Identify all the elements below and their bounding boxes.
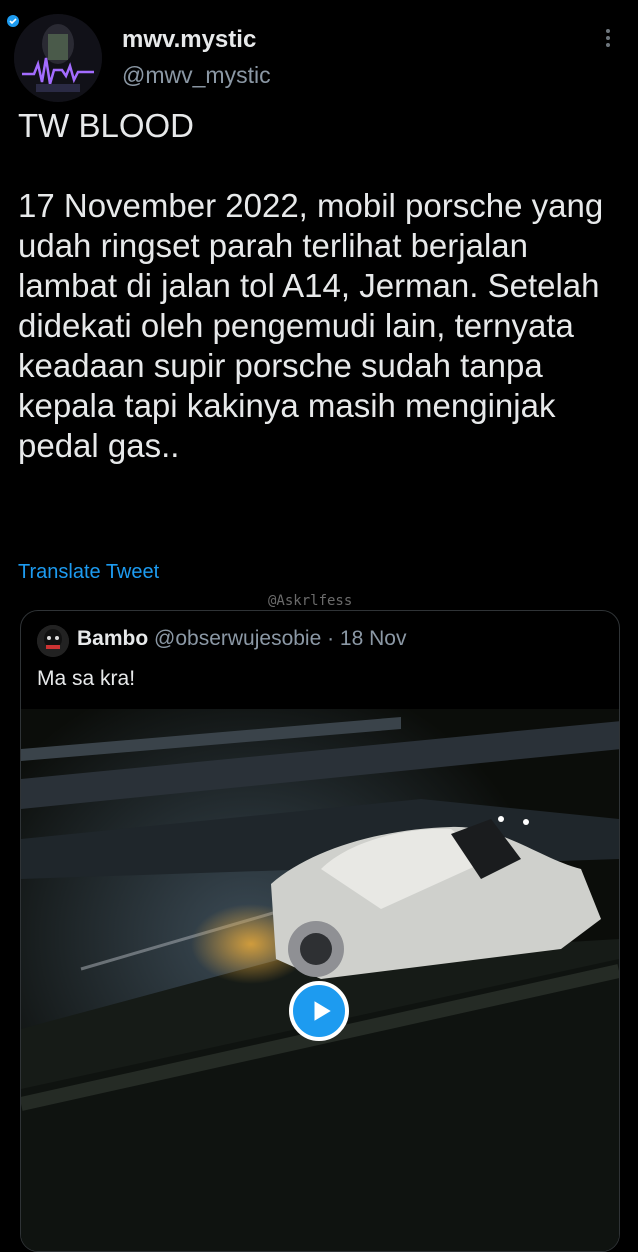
- video-scene: [21, 709, 619, 1251]
- author-display-name[interactable]: mwv.mystic: [122, 26, 256, 54]
- quoted-meta: @obserwujesobie · 18 Nov: [154, 627, 407, 650]
- quoted-header: Bambo @obserwujesobie · 18 Nov: [77, 627, 406, 651]
- watermark-text: @Askrlfess: [268, 593, 353, 609]
- tweet-text: TW BLOOD 17 November 2022, mobil porsche…: [18, 107, 604, 464]
- play-button[interactable]: [289, 981, 349, 1041]
- blue-badge-icon: [7, 15, 19, 27]
- play-icon: [314, 1001, 331, 1021]
- author-avatar[interactable]: [14, 14, 102, 102]
- quoted-tweet-card[interactable]: Bambo @obserwujesobie · 18 Nov Ma sa kra…: [20, 610, 620, 1252]
- quoted-text: Ma sa kra!: [37, 667, 136, 690]
- quoted-author-avatar[interactable]: [37, 625, 69, 657]
- quoted-display-name[interactable]: Bambo: [77, 627, 148, 650]
- translate-tweet-link[interactable]: Translate Tweet: [18, 561, 159, 584]
- author-handle[interactable]: @mwv_mystic: [122, 62, 271, 89]
- video-thumbnail[interactable]: [21, 709, 619, 1251]
- more-icon[interactable]: [596, 26, 620, 50]
